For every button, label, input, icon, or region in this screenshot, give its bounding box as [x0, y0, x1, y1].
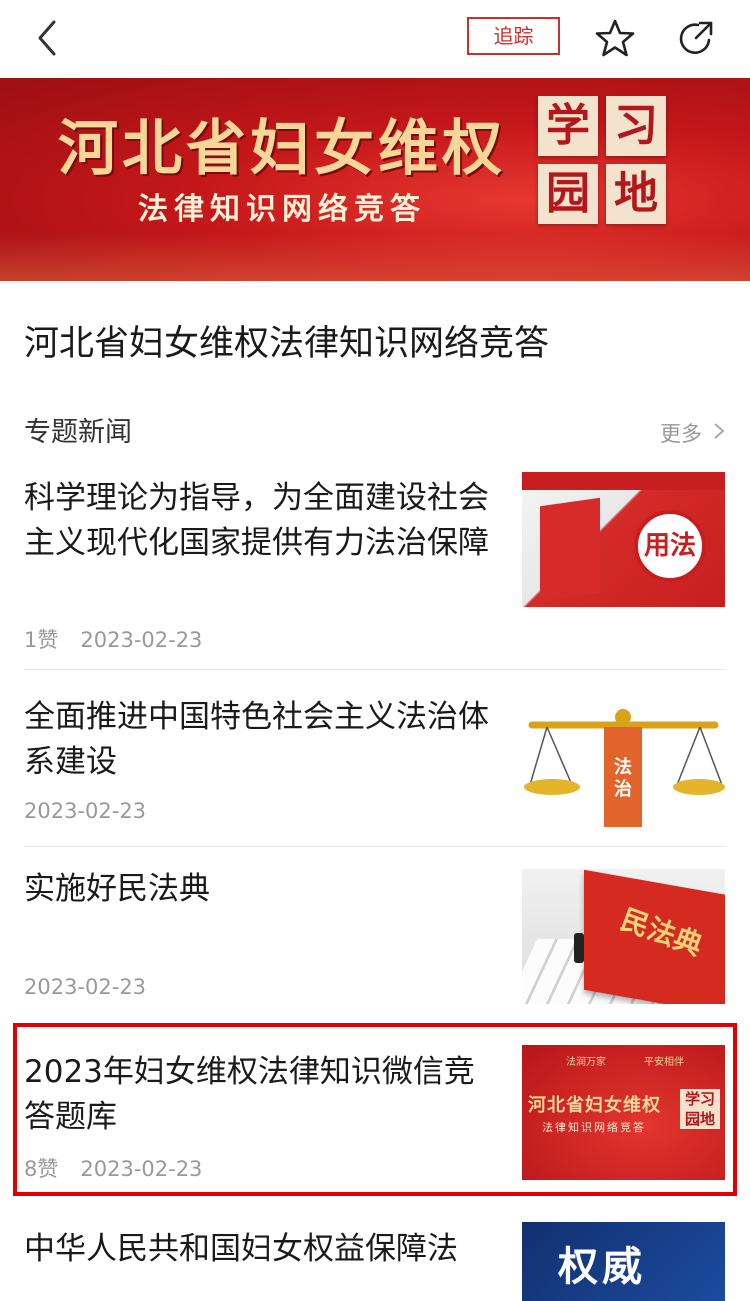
- article-thumbnail[interactable]: 民法典: [522, 869, 725, 1004]
- like-count: 1赞: [24, 628, 59, 652]
- article-thumbnail[interactable]: 权威: [522, 1222, 725, 1301]
- article-title[interactable]: 科学理论为指导，为全面建设社会主义现代化国家提供有力法治保障: [24, 476, 494, 566]
- topic-banner: 河北省妇女维权 法律知识网络竞答 学 习 园 地: [0, 78, 750, 281]
- banner-headline: 河北省妇女维权: [58, 114, 506, 184]
- back-arrow-icon[interactable]: [28, 18, 68, 58]
- article-title[interactable]: 中华人民共和国妇女权益保障法: [24, 1227, 494, 1272]
- badge-char: 学: [538, 96, 598, 156]
- thumb-label: 法治: [614, 757, 632, 800]
- more-link[interactable]: 更多: [660, 418, 702, 448]
- section-title: 专题新闻: [24, 417, 132, 448]
- article-item[interactable]: 科学理论为指导，为全面建设社会主义现代化国家提供有力法治保障 1赞 2023-02…: [0, 470, 750, 670]
- banner-decoration: [0, 233, 750, 281]
- selection-highlight-box: [13, 1023, 737, 1196]
- badge-char: 习: [606, 96, 666, 156]
- figure-icon: [574, 933, 584, 963]
- track-button[interactable]: 追踪: [467, 17, 560, 55]
- article-meta: 1赞 2023-02-23: [24, 624, 224, 654]
- badge-char: 园: [538, 164, 598, 224]
- chevron-right-icon[interactable]: [712, 422, 726, 440]
- star-icon[interactable]: [595, 18, 635, 58]
- banner-badge: 学 习 园 地: [538, 96, 670, 228]
- article-date: 2023-02-23: [80, 628, 203, 652]
- article-meta: 2023-02-23: [24, 975, 168, 999]
- thumb-label: 权威: [558, 1244, 646, 1290]
- top-bar: 追踪: [0, 0, 750, 78]
- article-thumbnail[interactable]: 用法: [522, 472, 725, 607]
- divider: [24, 669, 726, 670]
- share-icon[interactable]: [676, 18, 716, 58]
- divider: [24, 846, 726, 847]
- article-date: 2023-02-23: [24, 975, 147, 999]
- thumb-label: 用法: [634, 510, 706, 582]
- article-item[interactable]: 全面推进中国特色社会主义法治体系建设 2023-02-23 法治: [0, 695, 750, 845]
- article-date: 2023-02-23: [24, 799, 147, 823]
- article-meta: 2023-02-23: [24, 799, 168, 823]
- article-item[interactable]: 中华人民共和国妇女权益保障法 权威: [0, 1222, 750, 1301]
- page-title: 河北省妇女维权法律知识网络竞答: [24, 324, 550, 364]
- article-title[interactable]: 全面推进中国特色社会主义法治体系建设: [24, 695, 494, 785]
- article-thumbnail[interactable]: 法治: [522, 697, 725, 832]
- article-title[interactable]: 实施好民法典: [24, 867, 494, 912]
- article-item[interactable]: 实施好民法典 2023-02-23 民法典: [0, 867, 750, 1017]
- banner-subline: 法律知识网络竞答: [138, 192, 426, 227]
- badge-char: 地: [606, 164, 666, 224]
